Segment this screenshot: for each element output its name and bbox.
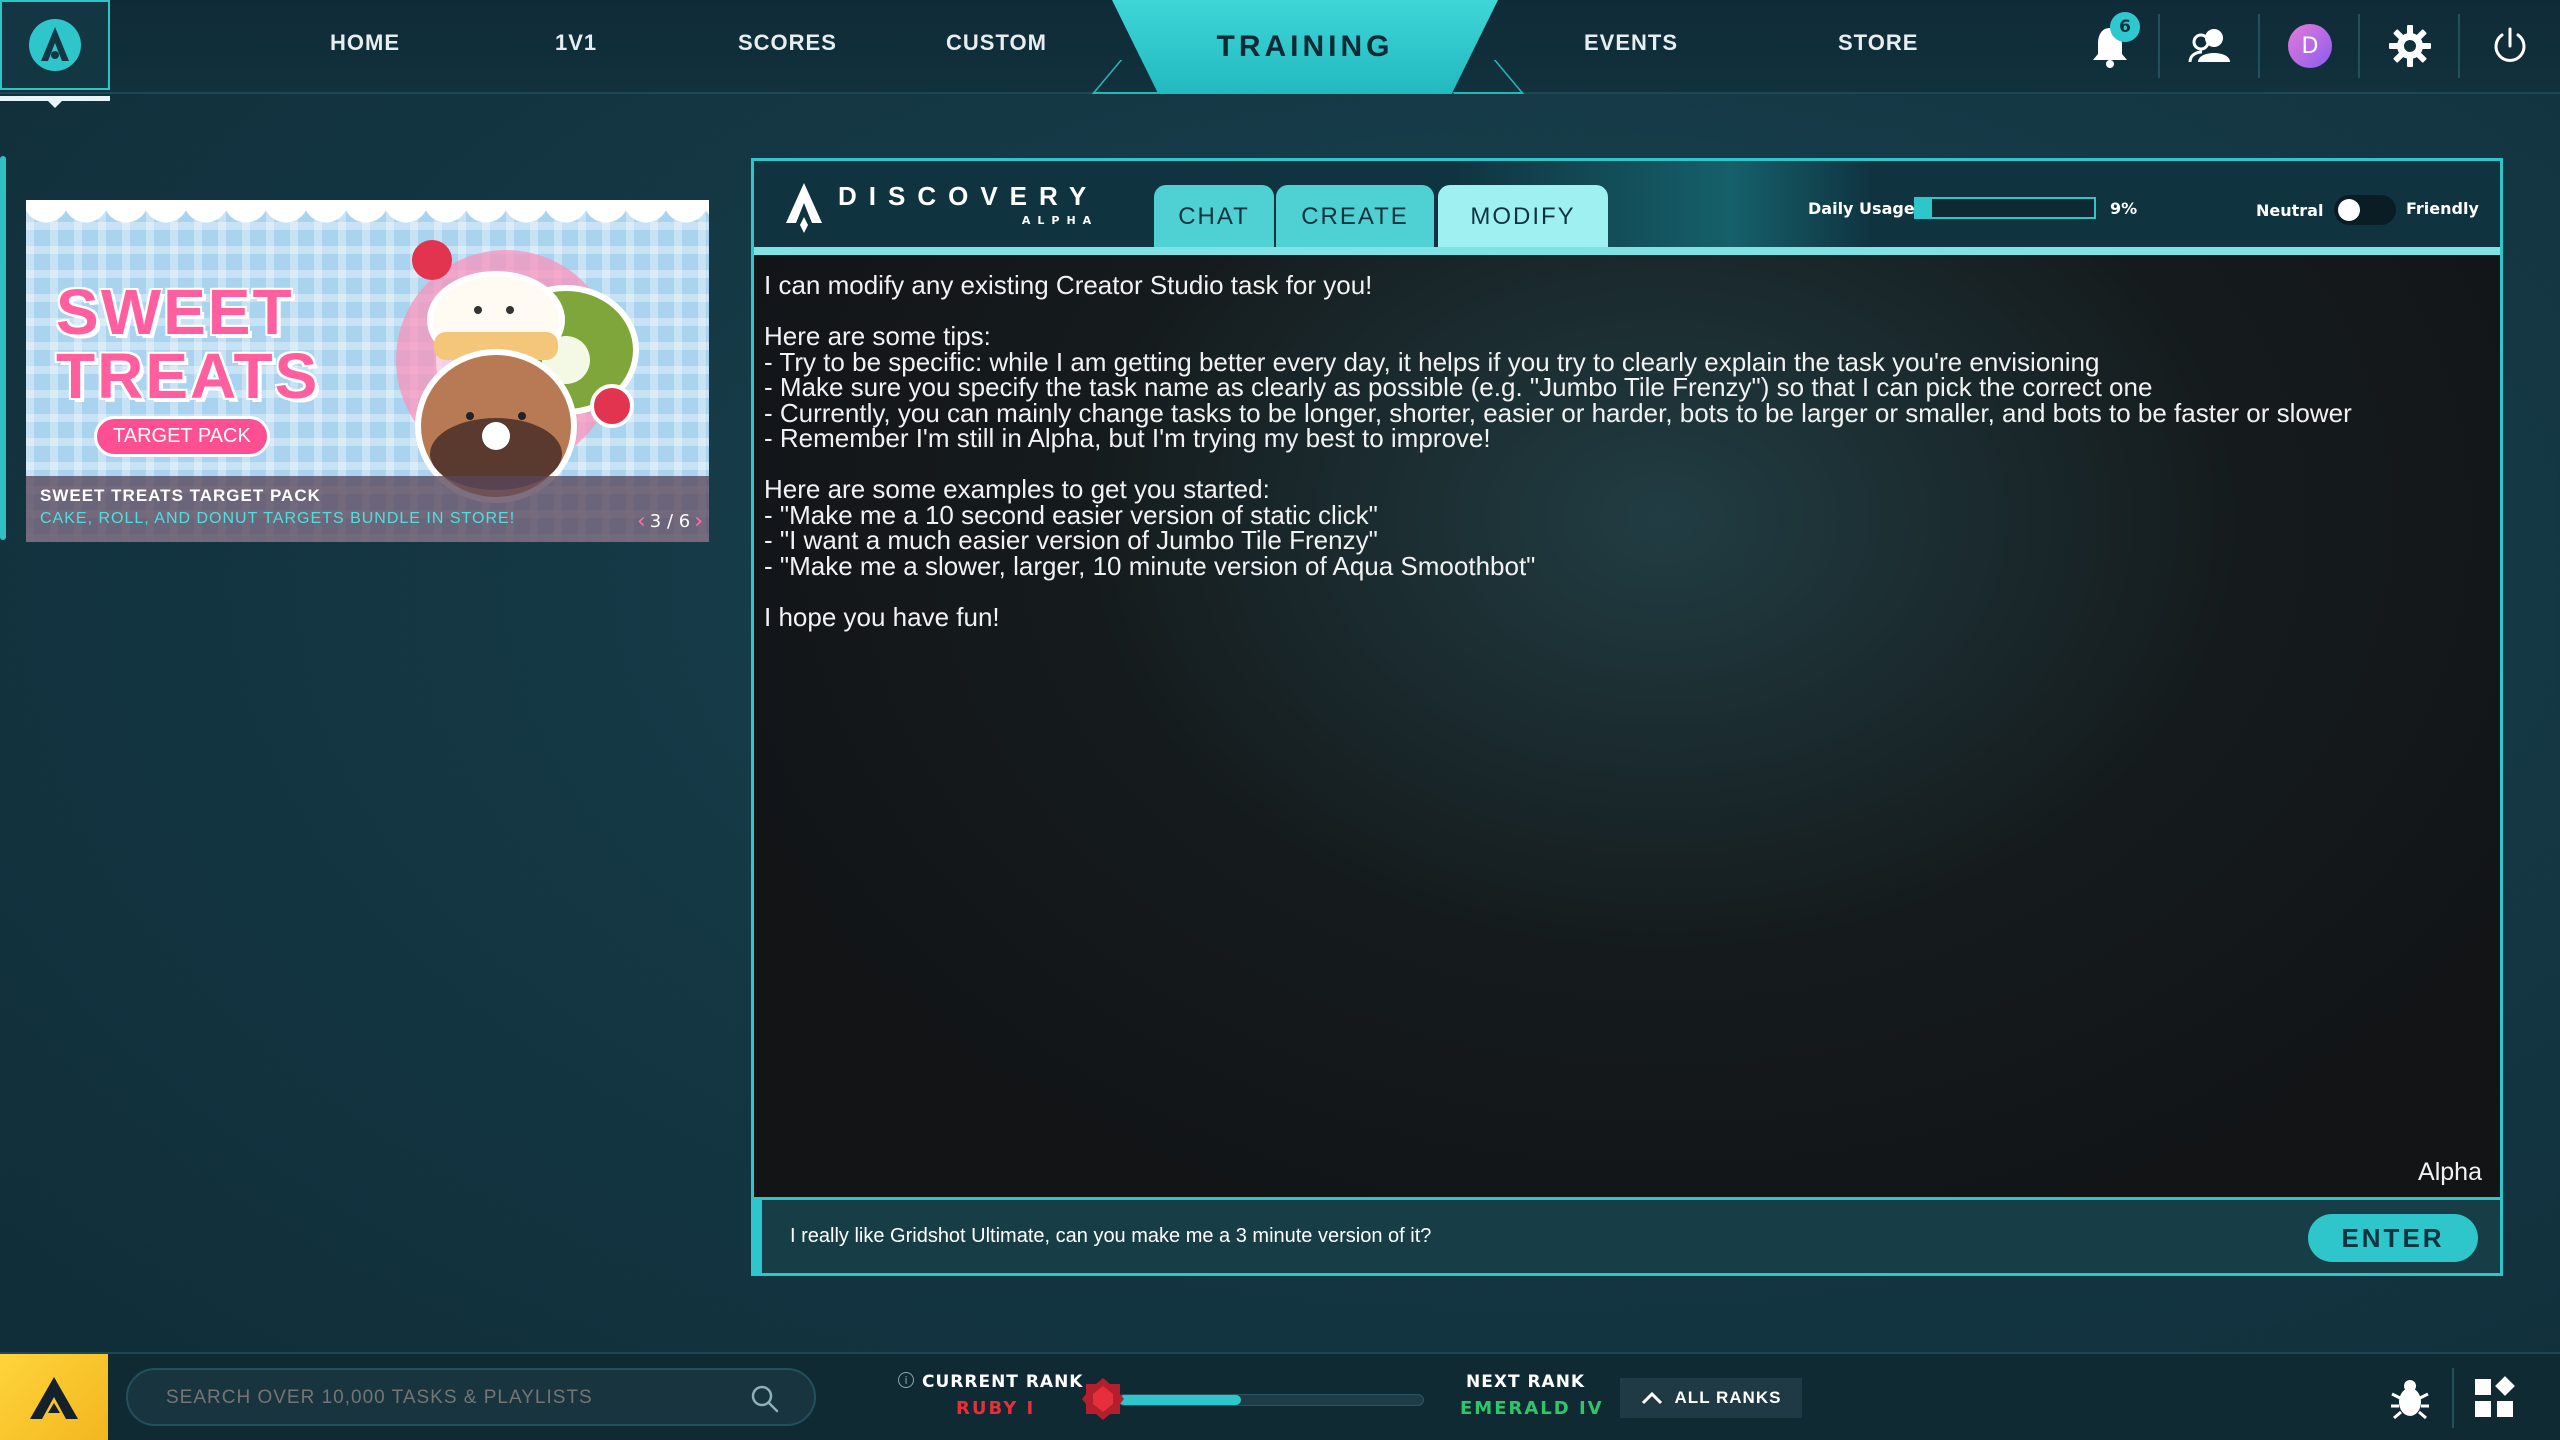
bug-report-button[interactable] — [2374, 1362, 2446, 1434]
search-box[interactable] — [126, 1368, 816, 1426]
ruby-rank-icon — [1082, 1378, 1124, 1420]
gear-icon — [2389, 25, 2431, 67]
friends-button[interactable] — [2174, 10, 2246, 82]
chat-message-line: Here are some examples to get you starte… — [764, 474, 1270, 504]
discovery-alpha-label: ALPHA — [1021, 214, 1099, 227]
chat-message-line: I can modify any existing Creator Studio… — [764, 270, 1373, 300]
nav-1v1[interactable]: 1V1 — [555, 30, 596, 56]
nav-events[interactable]: EVENTS — [1584, 30, 1677, 56]
nav-divider — [2258, 14, 2260, 78]
promo-pager: ‹ 3 / 6 › — [637, 509, 703, 534]
chat-input-row: ENTER — [754, 1197, 2500, 1273]
bug-icon — [2391, 1380, 2429, 1420]
nav-store[interactable]: STORE — [1838, 30, 1918, 56]
home-indicator — [0, 96, 110, 108]
tone-toggle[interactable] — [2334, 195, 2396, 225]
settings-button[interactable] — [2374, 10, 2446, 82]
power-icon — [2494, 27, 2526, 62]
bottom-divider — [2452, 1368, 2454, 1428]
promo-footer: SWEET TREATS TARGET PACK CAKE, ROLL, AND… — [26, 476, 709, 542]
tab-modify[interactable]: MODIFY — [1438, 185, 1608, 249]
chevron-up-icon — [1641, 1391, 1662, 1405]
home-logo-button[interactable] — [0, 0, 110, 90]
discovery-panel: DISCOVERY ALPHA CHAT CREATE MODIFY Daily… — [751, 158, 2503, 1276]
nav-custom[interactable]: CUSTOM — [946, 30, 1046, 56]
search-input[interactable] — [166, 1384, 726, 1412]
nav-home[interactable]: HOME — [330, 30, 400, 56]
discovery-header: DISCOVERY ALPHA CHAT CREATE MODIFY Daily… — [754, 161, 2500, 249]
chat-message-line: Here are some tips: — [764, 321, 991, 351]
promo-title: SWEET TREATS — [56, 280, 319, 408]
header-stripe — [754, 247, 2500, 255]
search-icon[interactable] — [750, 1384, 780, 1414]
next-rank-label: NEXT RANK — [1466, 1372, 1586, 1392]
promo-title-line2: TREATS — [56, 340, 320, 412]
promo-carousel-card[interactable]: SWEET TREATS TARGET PACK SWEET TREATS TA… — [26, 200, 709, 542]
daily-usage-label: Daily Usage — [1808, 199, 1915, 218]
current-rank-label: CURRENT RANK — [922, 1372, 1084, 1392]
rank-progress-bar — [1118, 1394, 1424, 1406]
promo-name: SWEET TREATS TARGET PACK — [40, 486, 321, 505]
chat-message-line: I hope you have fun! — [764, 601, 1000, 632]
widgets-button[interactable] — [2458, 1362, 2530, 1434]
daily-usage-fill — [1916, 199, 1933, 217]
tone-neutral-label: Neutral — [2256, 201, 2324, 220]
current-rank-value: RUBY I — [956, 1398, 1036, 1419]
nav-divider — [2458, 14, 2460, 78]
tab-create[interactable]: CREATE — [1276, 185, 1434, 249]
promo-pill: TARGET PACK — [94, 416, 270, 457]
tone-toggle-knob — [2338, 199, 2360, 221]
rank-info-icon[interactable]: i — [898, 1372, 914, 1388]
aimlab-logo-icon — [29, 19, 81, 71]
profile-button[interactable]: D — [2274, 10, 2346, 82]
tab-chat[interactable]: CHAT — [1154, 185, 1274, 249]
nav-training-label: TRAINING — [1216, 30, 1394, 63]
chevron-right-icon[interactable]: › — [694, 509, 703, 534]
nav-training[interactable]: TRAINING — [1112, 0, 1498, 94]
chevron-left-icon[interactable]: ‹ — [637, 509, 646, 534]
widgets-icon — [2475, 1376, 2515, 1417]
sweets-illustration-icon — [396, 240, 639, 503]
all-ranks-button[interactable]: ALL RANKS — [1620, 1378, 1802, 1418]
promo-page-indicator: 3 / 6 — [649, 511, 691, 532]
discovery-logo-icon — [786, 183, 822, 233]
daily-usage-bar — [1914, 197, 2096, 219]
top-nav-bar: HOME 1V1 SCORES CUSTOM TRAINING EVENTS S… — [0, 0, 2560, 108]
avatar: D — [2288, 24, 2332, 68]
bottom-bar: i CURRENT RANK RUBY I NEXT RANK EMERALD … — [0, 1352, 2560, 1440]
carousel-accent — [0, 156, 6, 540]
chat-sender-label: Alpha — [2418, 1157, 2482, 1186]
all-ranks-label: ALL RANKS — [1674, 1388, 1782, 1407]
chat-message: I can modify any existing Creator Studio… — [764, 270, 2490, 632]
discovery-wordmark: DISCOVERY — [838, 181, 1099, 211]
tone-friendly-label: Friendly — [2406, 199, 2479, 218]
chat-message-line: - Make sure you specify the task name as… — [764, 372, 2153, 402]
rank-progress-fill — [1119, 1395, 1241, 1405]
nav-divider — [2158, 14, 2160, 78]
promo-title-line1: SWEET — [56, 276, 294, 348]
discovery-logo: DISCOVERY ALPHA — [784, 181, 1098, 235]
next-rank-value: EMERALD IV — [1460, 1398, 1604, 1419]
nav-divider — [2358, 14, 2360, 78]
daily-usage-percent: 9% — [2110, 199, 2138, 218]
power-button[interactable] — [2474, 10, 2546, 82]
chat-input[interactable] — [790, 1216, 2290, 1256]
chat-message-line: - "I want a much easier version of Jumbo… — [764, 525, 1378, 555]
playlists-logo-button[interactable] — [0, 1354, 108, 1440]
notification-count-badge: 6 — [2110, 12, 2140, 42]
chat-log: I can modify any existing Creator Studio… — [754, 255, 2500, 1197]
promo-subtitle: CAKE, ROLL, AND DONUT TARGETS BUNDLE IN … — [40, 510, 516, 527]
chat-message-line: - Remember I'm still in Alpha, but I'm t… — [764, 423, 1491, 453]
enter-button[interactable]: ENTER — [2308, 1214, 2478, 1262]
aimlab-mark-icon — [30, 1377, 78, 1419]
chat-message-line — [764, 579, 2490, 605]
chat-message-line: - "Make me a slower, larger, 10 minute v… — [764, 550, 1536, 581]
chat-message-line — [764, 299, 2490, 325]
friends-icon — [2188, 29, 2230, 63]
nav-scores[interactable]: SCORES — [738, 30, 836, 56]
